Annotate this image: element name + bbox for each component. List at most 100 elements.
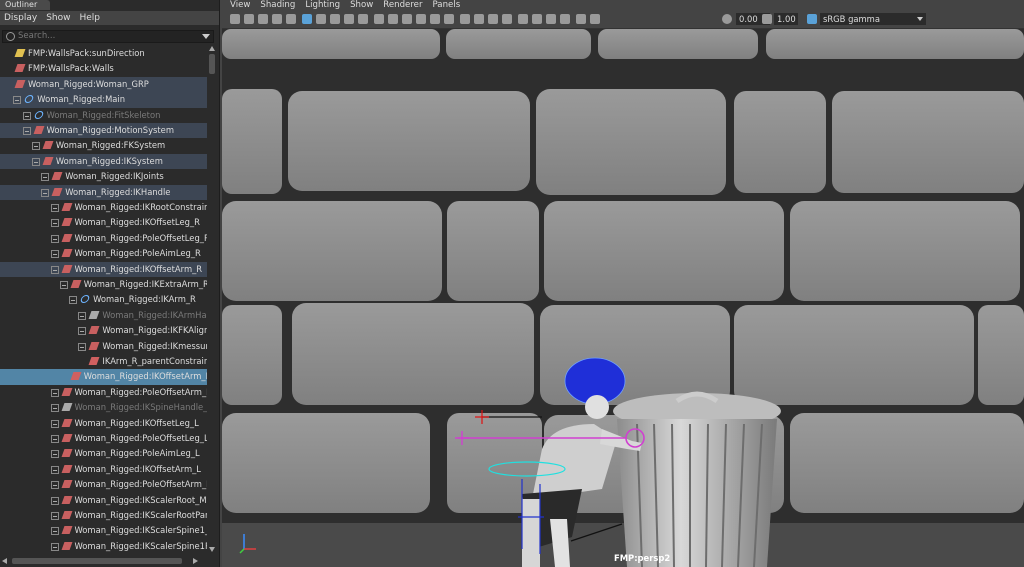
gamma-field[interactable]: 1.00 [774,13,798,25]
menu-renderer[interactable]: Renderer [383,0,422,11]
expand-toggle-icon[interactable] [50,542,59,551]
expand-toggle-icon[interactable] [50,481,59,490]
outliner-row[interactable]: Woman_Rigged:MotionSystem [0,123,207,139]
anti-alias-icon[interactable] [488,14,498,24]
outliner-row[interactable]: Woman_Rigged:IKFKAlignedC [0,323,207,338]
outliner-row[interactable]: Woman_Rigged:IKOffsetArm_R_pa [0,369,207,385]
scroll-up-arrow-icon[interactable] [209,46,215,51]
expand-toggle-icon[interactable] [59,281,68,289]
scroll-thumb-horizontal[interactable] [12,558,182,564]
outliner-row[interactable]: Woman_Rigged:IKSpineHandle_M [0,400,207,415]
3d-viewport[interactable]: FMP:persp2 [222,29,1024,567]
xray-active-icon[interactable] [560,14,570,24]
expand-toggle-icon[interactable] [50,219,59,228]
expand-toggle-icon[interactable] [50,204,59,212]
scroll-down-arrow-icon[interactable] [209,547,215,552]
expand-toggle-icon[interactable] [50,388,59,397]
expand-toggle-icon[interactable] [50,419,59,428]
xray-joints-icon[interactable] [546,14,556,24]
outliner-row[interactable]: Woman_Rigged:IKmessureCo [0,339,207,354]
outliner-row[interactable]: Woman_Rigged:IKArm_R [0,292,207,307]
expand-toggle-icon[interactable] [78,327,87,336]
menu-view[interactable]: View [230,0,250,11]
expand-toggle-icon[interactable] [50,496,59,505]
outliner-row[interactable]: Woman_Rigged:IKHandle [0,184,207,200]
outliner-row[interactable]: Woman_Rigged:IKScalerRootPart1_M [0,508,207,523]
grid-icon[interactable] [302,14,312,24]
expand-toggle-icon[interactable] [22,111,31,120]
outliner-row[interactable]: Woman_Rigged:IKOffsetArm_L [0,462,207,477]
menu-shading[interactable]: Shading [260,0,295,11]
outliner-row[interactable]: Woman_Rigged:IKJoints [0,169,207,184]
outliner-row[interactable]: Woman_Rigged:PoleOffsetArm_L [0,477,207,492]
expand-toggle-icon[interactable] [13,96,22,105]
menu-lighting[interactable]: Lighting [305,0,340,11]
color-management-icon[interactable] [807,14,817,24]
outliner-horizontal-scrollbar[interactable] [0,555,207,567]
expand-toggle-icon[interactable] [50,512,59,520]
wireframe-icon[interactable] [374,14,384,24]
outliner-row[interactable]: Woman_Rigged:IKRootConstraint [0,200,207,215]
outliner-row[interactable]: Woman_Rigged:FitSkeleton [0,108,207,123]
outliner-row[interactable]: Woman_Rigged:IKScalerSpine1_M [0,523,207,538]
outliner-row[interactable]: Woman_Rigged:FKSystem [0,138,207,153]
outliner-row[interactable]: Woman_Rigged:PoleAimLeg_R [0,246,207,261]
outliner-row[interactable]: Woman_Rigged:IKSystem [0,153,207,170]
safe-action-icon[interactable] [344,14,354,24]
search-input[interactable]: Search... [2,30,214,43]
smooth-shade-icon[interactable] [388,14,398,24]
expand-toggle-icon[interactable] [50,234,59,243]
outliner-row[interactable]: Woman_Rigged:IKOffsetArm_R [0,261,207,277]
scroll-left-arrow-icon[interactable] [2,558,7,564]
expand-toggle-icon[interactable] [50,450,59,459]
outliner-row[interactable]: Woman_Rigged:PoleOffsetLeg_L [0,431,207,446]
menu-panels[interactable]: Panels [433,0,461,11]
outliner-row[interactable]: Woman_Rigged:IKScalerRoot_M [0,493,207,508]
motion-blur-icon[interactable] [474,14,484,24]
menu-show[interactable]: Show [46,11,70,25]
depth-of-field-icon[interactable] [502,14,512,24]
expand-toggle-icon[interactable] [31,142,40,151]
gamma-icon[interactable] [762,14,772,24]
scroll-thumb[interactable] [209,54,215,74]
menu-display[interactable]: Display [4,11,37,25]
outliner-row[interactable]: Woman_Rigged:IKExtraArm_R [0,277,207,292]
expand-toggle-icon[interactable] [50,250,59,259]
colorspace-select[interactable]: sRGB gamma [820,13,926,25]
outliner-row[interactable]: Woman_Rigged:IKArmHandle [0,308,207,323]
outliner-row[interactable]: Woman_Rigged:IKOffsetLeg_R [0,215,207,230]
outliner-row[interactable]: FMP:WallsPack:Walls [0,61,207,76]
film-gate-icon[interactable] [316,14,326,24]
isolate-select-icon[interactable] [518,14,528,24]
outliner-row[interactable]: Woman_Rigged:IKOffsetLeg_L [0,416,207,431]
bookmark-icon[interactable] [272,14,282,24]
expand-toggle-icon[interactable] [41,188,50,197]
shadows-icon[interactable] [444,14,454,24]
lights-icon[interactable] [430,14,440,24]
outliner-row[interactable]: Woman_Rigged:Woman_GRP [0,76,207,93]
xray-icon[interactable] [532,14,542,24]
outliner-row[interactable]: IKArm_R_parentConstraint1 [0,354,207,369]
outliner-tab[interactable]: Outliner [0,0,50,10]
field-chart-icon[interactable] [358,14,368,24]
outliner-row[interactable]: FMP:WallsPack:sunDirection [0,46,207,61]
outliner-row[interactable]: Woman_Rigged:PoleOffsetLeg_R [0,231,207,246]
camera-lock-icon[interactable] [244,14,254,24]
expand-toggle-icon[interactable] [22,127,31,135]
outliner-row[interactable]: Woman_Rigged:IKScalerSpine1Part1_ [0,539,207,554]
menu-show-viewport[interactable]: Show [350,0,373,11]
expand-toggle-icon[interactable] [50,265,59,274]
expand-toggle-icon[interactable] [78,342,87,351]
outliner-vertical-scrollbar[interactable] [207,46,217,554]
menu-help[interactable]: Help [79,11,100,25]
expand-toggle-icon[interactable] [50,435,59,443]
image-plane-icon[interactable] [286,14,296,24]
expand-toggle-icon[interactable] [50,404,59,413]
backface-icon[interactable] [576,14,586,24]
wireframe-on-shaded-icon[interactable] [402,14,412,24]
expand-toggle-icon[interactable] [41,173,50,182]
ambient-occlusion-icon[interactable] [460,14,470,24]
camera-icon[interactable] [230,14,240,24]
outliner-row[interactable]: Woman_Rigged:PoleOffsetArm_R [0,385,207,400]
camera-attributes-icon[interactable] [258,14,268,24]
